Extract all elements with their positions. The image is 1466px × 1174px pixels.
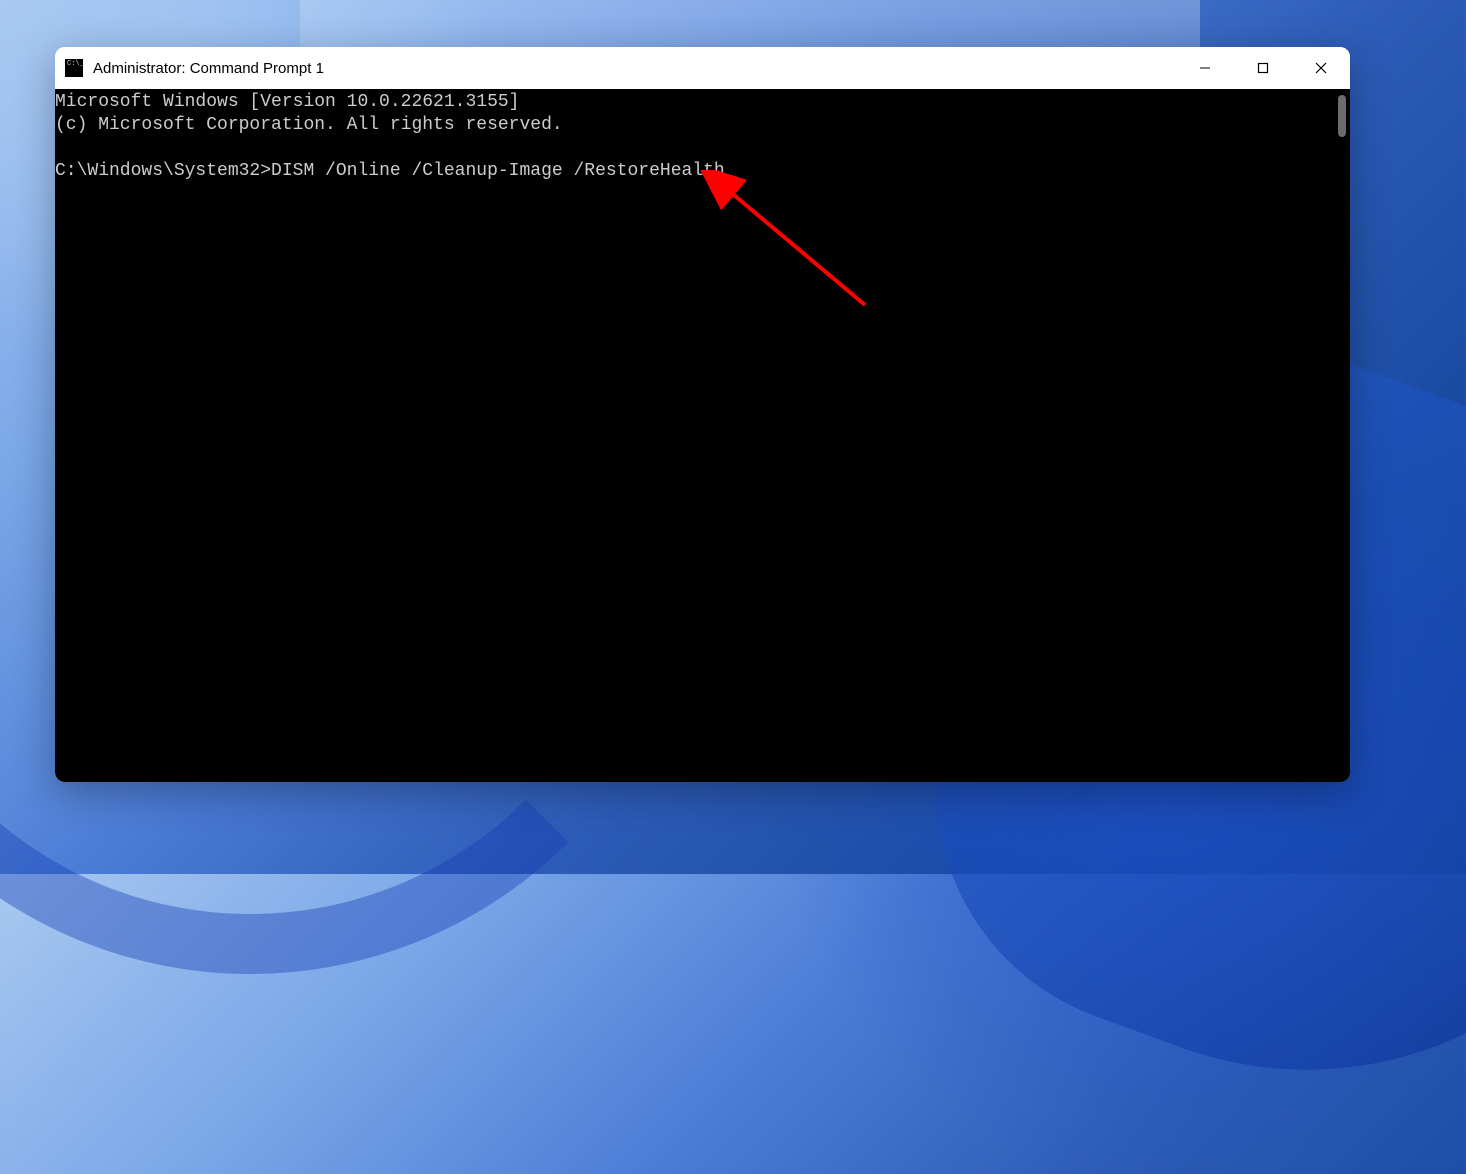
scrollbar-thumb[interactable]	[1338, 95, 1346, 137]
command-input[interactable]: DISM /Online /Cleanup-Image /RestoreHeal…	[271, 161, 725, 181]
titlebar[interactable]: Administrator: Command Prompt 1	[55, 47, 1350, 89]
terminal-output[interactable]: Microsoft Windows [Version 10.0.22621.31…	[55, 89, 1330, 782]
maximize-button[interactable]	[1234, 47, 1292, 89]
terminal-area[interactable]: Microsoft Windows [Version 10.0.22621.31…	[55, 89, 1350, 782]
command-prompt-window: Administrator: Command Prompt 1 Microsof…	[55, 47, 1350, 782]
cmd-icon	[65, 59, 83, 77]
window-title: Administrator: Command Prompt 1	[93, 60, 1176, 77]
copyright-line: (c) Microsoft Corporation. All rights re…	[55, 115, 563, 135]
minimize-button[interactable]	[1176, 47, 1234, 89]
prompt-path: C:\Windows\System32>	[55, 161, 271, 181]
window-controls	[1176, 47, 1350, 89]
scrollbar[interactable]	[1330, 89, 1350, 782]
version-line: Microsoft Windows [Version 10.0.22621.31…	[55, 92, 519, 112]
close-button[interactable]	[1292, 47, 1350, 89]
